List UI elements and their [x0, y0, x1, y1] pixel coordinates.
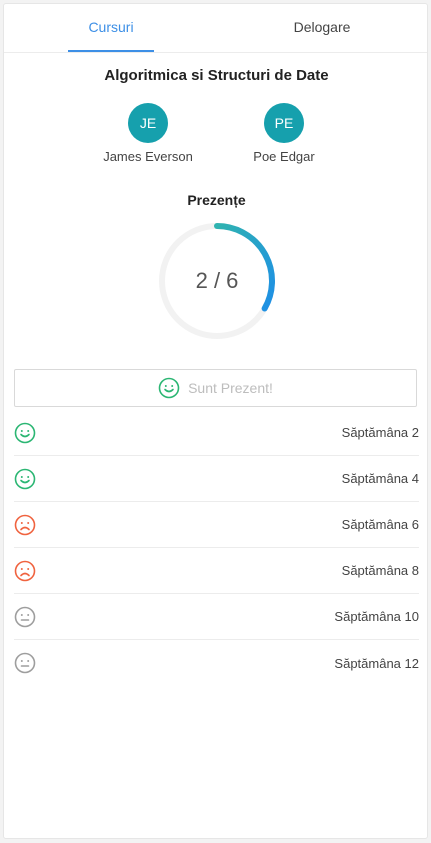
avatar: JE: [128, 103, 168, 143]
neutral-face-icon: [14, 606, 36, 628]
present-button-label: Sunt Prezent!: [188, 380, 273, 396]
frown-icon: [14, 514, 36, 536]
attendance-count: 2 / 6: [195, 268, 239, 293]
smile-icon: [14, 422, 36, 444]
avatar: PE: [264, 103, 304, 143]
week-label: Săptămâna 4: [341, 471, 419, 486]
app-card: Cursuri Delogare Algoritmica si Structur…: [3, 3, 428, 839]
tab-delogare[interactable]: Delogare: [279, 4, 365, 51]
neutral-face-icon: [14, 652, 36, 674]
attendance-label: Prezențe: [187, 192, 246, 208]
smile-icon: [158, 377, 180, 399]
week-label: Săptămâna 10: [334, 609, 419, 624]
list-item[interactable]: Săptămâna 6: [14, 502, 419, 548]
week-label: Săptămâna 8: [341, 563, 419, 578]
present-button[interactable]: Sunt Prezent!: [14, 369, 417, 407]
teacher-name: James Everson: [103, 149, 193, 164]
tab-cursuri[interactable]: Cursuri: [68, 4, 154, 52]
list-item[interactable]: Săptămâna 4: [14, 456, 419, 502]
list-item[interactable]: Săptămâna 12: [14, 640, 419, 686]
weeks-list: Săptămâna 2 Săptămâna 4 Săptămâna 6 Săpt…: [14, 410, 419, 686]
list-item[interactable]: Săptămâna 10: [14, 594, 419, 640]
teacher-name: Poe Edgar: [253, 149, 315, 164]
tab-bar: Cursuri Delogare: [4, 4, 427, 53]
teacher-james: JE James Everson: [93, 103, 203, 164]
frown-icon: [14, 560, 36, 582]
week-label: Săptămâna 6: [341, 517, 419, 532]
smile-icon: [14, 468, 36, 490]
list-item[interactable]: Săptămâna 8: [14, 548, 419, 594]
week-label: Săptămâna 12: [334, 655, 419, 671]
teacher-poe: PE Poe Edgar: [229, 103, 339, 164]
course-title: Algoritmica si Structuri de Date: [104, 67, 329, 84]
list-item[interactable]: Săptămâna 2: [14, 410, 419, 456]
week-label: Săptămâna 2: [341, 425, 419, 440]
